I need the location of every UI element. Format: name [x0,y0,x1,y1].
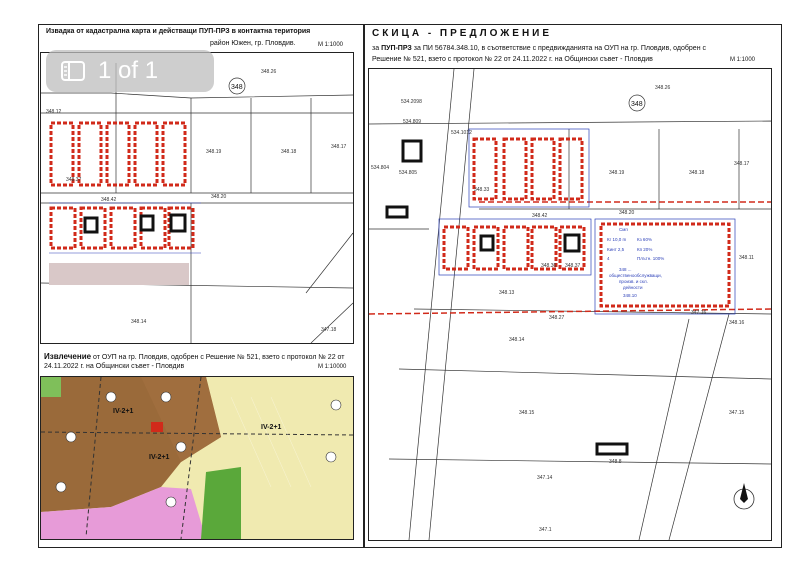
master-plan-map-panel: IV-2+1 IV-2+1 IV-2+1 [40,376,354,540]
lot-label: 348.37 [66,177,82,183]
lot-label: 347.18 [321,327,337,333]
lot-label: 534.809 [403,119,421,125]
lot-label: 348.37 [565,263,581,269]
cadastral-extract-scale: М 1:1000 [318,42,344,48]
lot-label: 534.805 [399,170,417,176]
lot-label: 348.13 [499,290,515,296]
lot-label: 347.15 [729,410,745,416]
regulation-table-cell: Плътн. 100% [637,256,664,261]
lot-label: 348.36 [541,263,557,269]
lot-label: 348.14 [131,319,147,325]
lot-label: 348.17 [331,144,347,150]
sketch-proposal-line1: за ПУП-ПРЗ за ПИ 56784.348.10, в съответ… [372,45,706,52]
thumbnails-icon [61,61,85,81]
lot-label: 534.804 [371,165,389,171]
regulation-table-cell: Кз 60% [637,237,652,242]
lot-label: 348.26 [261,69,277,75]
cadastral-map-panel: 348 348.26 348.19 348.18 348.17 348.20 3… [40,52,354,344]
lot-label: 348.33 [474,187,490,193]
regulation-table-cell: Кинт 2,5 [607,247,625,252]
zone-label: IV-2+1 [261,424,282,431]
lot-label: 348.18 [689,170,705,176]
regulation-table-cell: Кг 10,0 m [607,237,627,242]
lot-purpose-note: общественообслужващи, [609,273,662,278]
lot-label: 534.2098 [401,99,422,105]
north-arrow-icon [733,483,755,510]
lot-label: 348.19 [609,170,625,176]
lot-label: 348.26 [655,85,671,91]
sheet-divider [363,24,365,548]
lot-label: 348.15 [519,410,535,416]
lot-label: 534.1012 [451,130,472,136]
lot-label: 347.14 [537,475,553,481]
lot-label: 348.20 [211,194,227,200]
sketch-proposal-scale: М 1:1000 [730,57,756,63]
lot-label: 347.16 [691,310,707,316]
lot-label: 348.42 [532,213,548,219]
lot-label: 348.11 [739,255,754,261]
master-plan-scale: М 1:10000 [318,364,347,370]
master-plan-extract-heading: Извлечение от ОУП на гр. Пловдив, одобре… [44,352,345,361]
lot-label: 348.18 [281,149,297,155]
sketch-proposal-map-panel: 348 348.26 534.2098 534.809 534.1012 534… [368,68,772,541]
lot-label: 348.20 [619,210,635,216]
lot-label: 348.17 [734,161,750,167]
lot-label: 348.19 [206,149,222,155]
regulation-table-cell: Смп [619,227,628,232]
lot-purpose-note: дейности [623,284,643,290]
regulation-table-cell: 4 [607,256,610,261]
lot-label: 348.14 [509,337,525,343]
lot-label: 348.8 [609,459,622,465]
page-indicator[interactable]: 1 of 1 [46,50,214,92]
lot-label: 347.1 [539,527,552,533]
lot-label: 348.42 [101,197,117,203]
master-plan-extract-line2: 24.11.2022 г. на Общински съвет - Пловди… [44,363,185,370]
lot-label: 348.16 [729,320,745,326]
sketch-proposal-title: СКИЦА - ПРЕДЛОЖЕНИЕ [372,28,553,39]
lot-purpose-note: произв. и скл. [619,279,648,284]
cadastral-extract-subtitle: район Южен, гр. Пловдив. [210,40,296,47]
sketch-proposal-line2: Решение № 521, взето с протокол № 22 от … [372,56,653,63]
lot-purpose-note: 348.10 [623,293,637,298]
lot-label: 348.12 [46,109,62,115]
lot-label: 348.27 [549,315,565,321]
page-indicator-text: 1 of 1 [98,57,159,84]
zone-label: IV-2+1 [149,454,170,461]
svg-text:348: 348 [231,84,243,91]
lot-label: 348 [631,101,643,108]
lot-purpose-note: 348 ... [619,267,632,272]
zone-label: IV-2+1 [113,408,134,415]
regulation-table-cell: Кп 20% [637,247,652,252]
cadastral-extract-title: Извадка от кадастрална карта и действащи… [46,28,311,35]
